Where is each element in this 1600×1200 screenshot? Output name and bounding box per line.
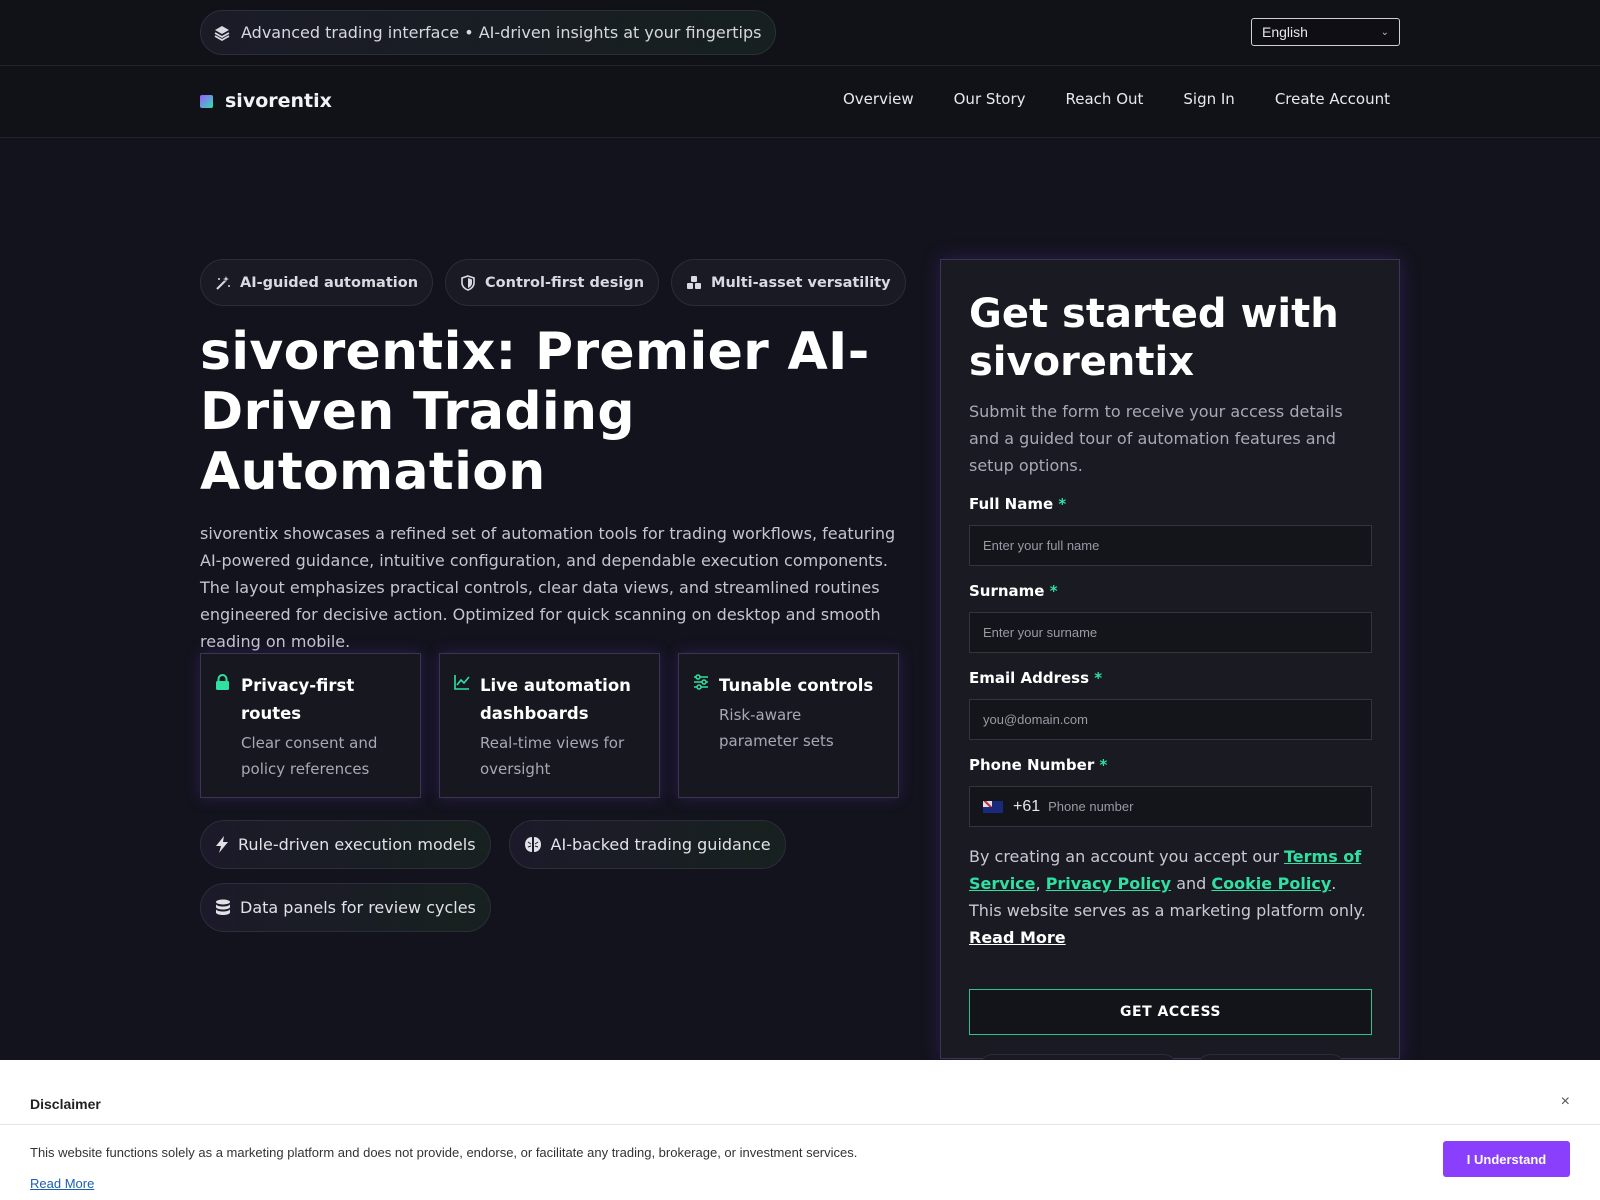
email-label: Email Address * <box>969 669 1103 687</box>
sliders-icon <box>694 674 708 690</box>
disclaimer-text: This website functions solely as a marke… <box>30 1145 858 1160</box>
feature-card: Privacy-first routes Clear consent and p… <box>200 653 421 798</box>
disclaimer-body: This website functions solely as a marke… <box>0 1125 1600 1200</box>
feature-card: Tunable controls Risk-aware parameter se… <box>678 653 899 798</box>
main-nav: sivorentix Overview Our Story Reach Out … <box>0 66 1600 138</box>
email-field: Email Address * you@domain.com <box>969 669 1372 740</box>
hero-description: sivorentix showcases a refined set of au… <box>200 524 896 651</box>
card-text: Real-time views for oversight <box>480 734 625 778</box>
brand[interactable]: sivorentix <box>200 90 332 112</box>
form-title: Get started with sivorentix <box>969 291 1339 385</box>
close-icon[interactable]: × <box>1561 1093 1570 1111</box>
tag-data-panels: Data panels for review cycles <box>200 883 491 932</box>
card-title: Privacy-first routes <box>241 676 355 723</box>
tag-ai-backed: AI-backed trading guidance <box>508 820 786 869</box>
get-access-button[interactable]: GET ACCESS <box>969 989 1372 1035</box>
card-title: Tunable controls <box>719 676 874 695</box>
full-name-input[interactable]: Enter your full name <box>969 525 1372 566</box>
nav-reach-out[interactable]: Reach Out <box>1066 90 1144 108</box>
required-mark: * <box>1058 495 1067 513</box>
brand-name: sivorentix <box>225 90 332 112</box>
cookie-policy-link[interactable]: Cookie Policy <box>1211 874 1331 893</box>
full-name-field: Full Name * Enter your full name <box>969 495 1372 566</box>
phone-field: Phone Number * +61 Phone number <box>969 756 1372 827</box>
disclaimer-title: Disclaimer <box>30 1095 101 1112</box>
form-subtitle: Submit the form to receive your access d… <box>969 402 1343 475</box>
lock-icon <box>216 674 229 690</box>
terms-text: By creating an account you accept our Te… <box>969 847 1366 947</box>
tag-label: Rule-driven execution models <box>238 835 476 854</box>
required-mark: * <box>1094 669 1103 687</box>
country-code: +61 <box>1013 797 1041 815</box>
database-icon <box>216 899 230 915</box>
announcement-text: Advanced trading interface • AI-driven i… <box>241 23 762 42</box>
nav-overview[interactable]: Overview <box>843 90 914 108</box>
pill-control-first: Control-first design <box>445 259 660 306</box>
language-select[interactable]: English ⌄ <box>1251 18 1400 46</box>
required-mark: * <box>1049 582 1058 600</box>
feature-pills: AI-guided automation Control-first desig… <box>200 259 906 306</box>
phone-placeholder: Phone number <box>1048 799 1134 814</box>
announcement-pill: Advanced trading interface • AI-driven i… <box>200 10 777 55</box>
pill-label: Multi-asset versatility <box>711 274 891 291</box>
chart-line-icon <box>454 675 470 690</box>
disclaimer-header: Disclaimer × <box>0 1060 1600 1125</box>
tag-label: AI-backed trading guidance <box>550 835 771 854</box>
pill-ai-guided: AI-guided automation <box>200 259 434 306</box>
signup-form-card: Get started with sivorentix Submit the f… <box>940 259 1400 1059</box>
chevron-down-icon: ⌄ <box>1380 26 1389 38</box>
phone-input[interactable]: +61 Phone number <box>969 786 1372 827</box>
phone-label: Phone Number * <box>969 756 1108 774</box>
surname-field: Surname * Enter your surname <box>969 582 1372 653</box>
surname-label: Surname * <box>969 582 1058 600</box>
read-more-link[interactable]: Read More <box>969 928 1066 947</box>
magic-wand-icon <box>216 275 230 290</box>
logo-icon <box>200 94 213 108</box>
capability-tags: Rule-driven execution models AI-backed t… <box>200 820 900 932</box>
full-name-label: Full Name * <box>969 495 1067 513</box>
surname-input[interactable]: Enter your surname <box>969 612 1372 653</box>
feature-card: Live automation dashboards Real-time vie… <box>439 653 660 798</box>
nav-links: Overview Our Story Reach Out Sign In Cre… <box>843 90 1390 108</box>
card-title: Live automation dashboards <box>480 676 631 723</box>
nav-create-account[interactable]: Create Account <box>1275 90 1390 108</box>
disclaimer-banner: Disclaimer × This website functions sole… <box>0 1060 1600 1200</box>
tag-rule-driven: Rule-driven execution models <box>200 820 491 869</box>
nav-sign-in[interactable]: Sign In <box>1183 90 1234 108</box>
disclaimer-read-more-link[interactable]: Read More <box>30 1176 857 1191</box>
bolt-icon <box>216 836 228 853</box>
layers-icon <box>214 25 230 41</box>
language-value: English <box>1262 24 1308 40</box>
email-input[interactable]: you@domain.com <box>969 699 1372 740</box>
australia-flag-icon[interactable] <box>983 800 1003 813</box>
brain-icon <box>524 837 541 852</box>
nav-our-story[interactable]: Our Story <box>954 90 1026 108</box>
tag-label: Data panels for review cycles <box>240 898 476 917</box>
card-text: Clear consent and policy references <box>241 734 378 778</box>
i-understand-button[interactable]: I Understand <box>1443 1141 1570 1177</box>
feature-cards: Privacy-first routes Clear consent and p… <box>200 653 899 798</box>
required-mark: * <box>1099 756 1108 774</box>
pill-multi-asset: Multi-asset versatility <box>671 259 906 306</box>
card-text: Risk-aware parameter sets <box>719 706 834 750</box>
cubes-icon <box>687 275 702 289</box>
hero-headline: sivorentix: Premier AI-Driven Trading Au… <box>200 322 870 502</box>
pill-label: AI-guided automation <box>240 274 419 291</box>
shield-icon <box>461 274 475 291</box>
pill-label: Control-first design <box>485 274 645 291</box>
top-bar: Advanced trading interface • AI-driven i… <box>0 0 1600 66</box>
privacy-policy-link[interactable]: Privacy Policy <box>1046 874 1171 893</box>
